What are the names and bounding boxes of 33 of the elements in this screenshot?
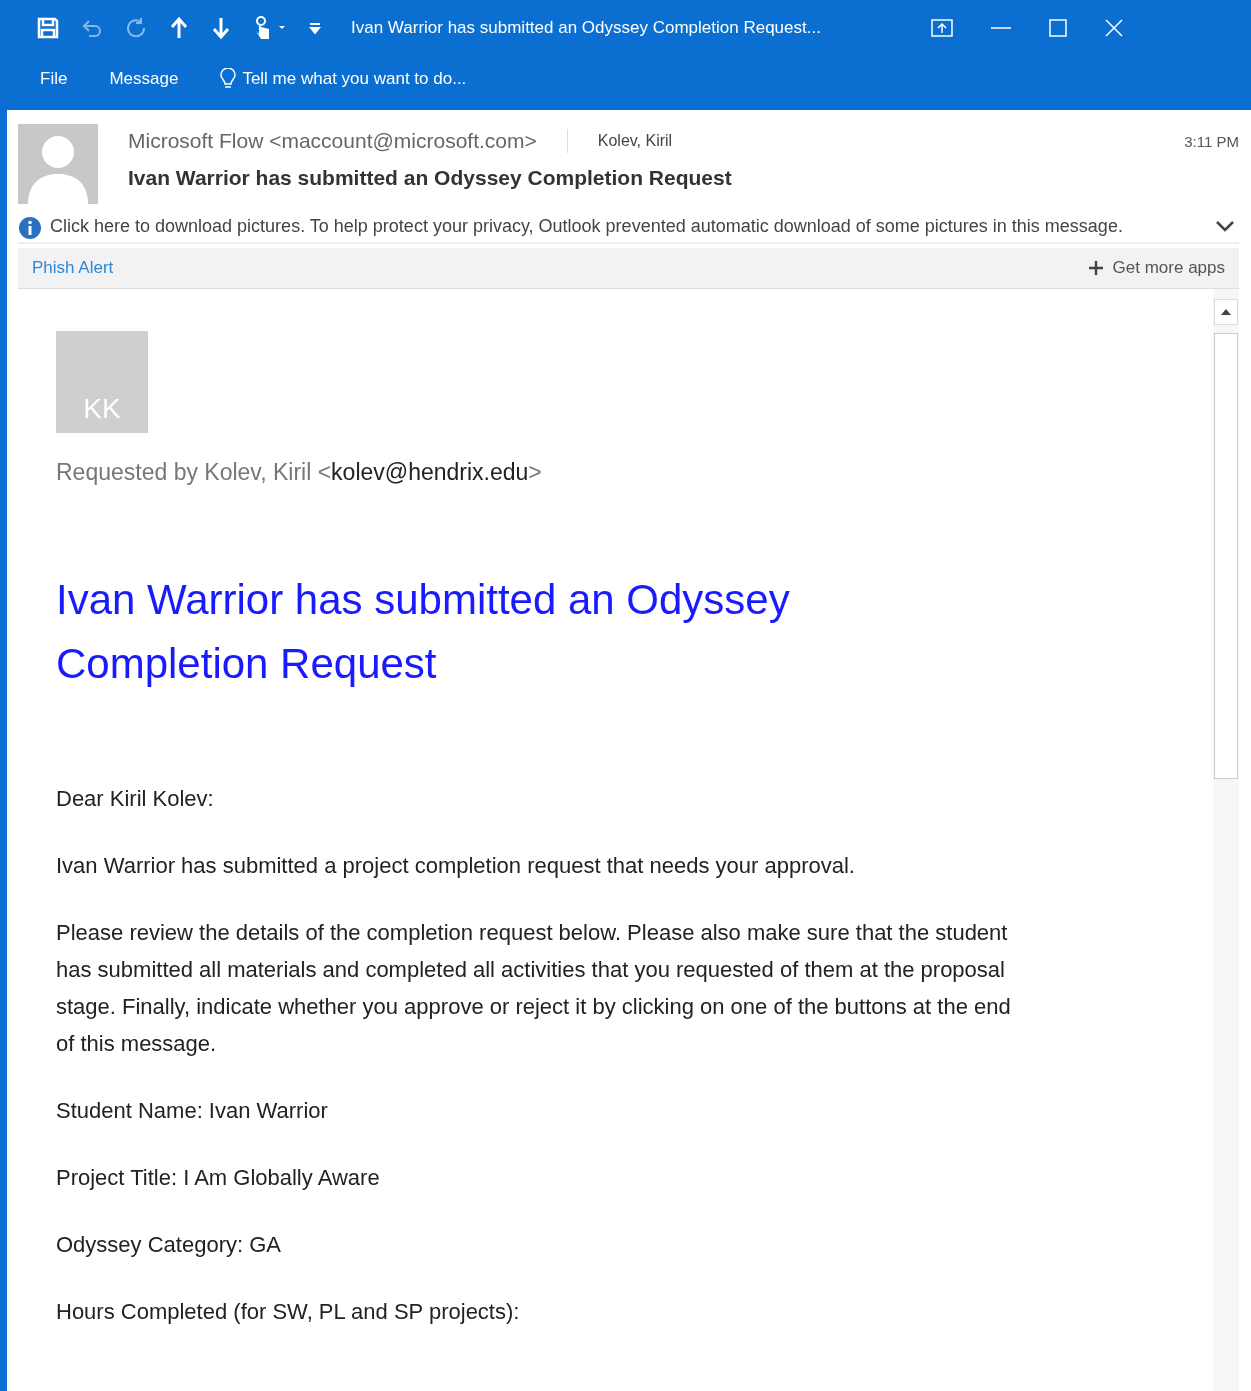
- info-icon: [18, 216, 42, 240]
- scroll-up-icon[interactable]: [1221, 309, 1231, 315]
- save-icon[interactable]: [37, 17, 59, 39]
- lightbulb-icon: [220, 68, 237, 90]
- get-more-apps-button[interactable]: Get more apps: [1082, 257, 1231, 279]
- recipient: Kolev, Kiril: [597, 132, 673, 150]
- message-paragraph: Please review the details of the completion request below. Please also make sure that the student has submitted all materials and completed all activities that you requested of them at the proposal stage. Finally, indicate whether you approve or reject it by clicking on one of the buttons at the end of this message.: [56, 919, 1012, 1058]
- message-paragraph: Hours Completed (for SW, PL and SP projects):: [56, 1298, 521, 1326]
- maximize-icon[interactable]: [1049, 19, 1067, 37]
- message-heading: Ivan Warrior has submitted an Odyssey Completion Request: [56, 575, 791, 689]
- minimize-icon[interactable]: [991, 26, 1011, 30]
- ribbon-tab[interactable]: File: [40, 69, 68, 89]
- ribbon-tab[interactable]: Message: [109, 69, 179, 89]
- window-title: Ivan Warrior has submitted an Odyssey Completion Request...: [351, 18, 822, 38]
- down-arrow-icon[interactable]: [211, 17, 231, 39]
- download-pictures-notice[interactable]: Click here to download pictures. To help protect your privacy, Outlook prevented automatic download of some pictures in this message.: [50, 212, 1123, 240]
- message-paragraph: Project Title: I Am Globally Aware: [56, 1164, 381, 1192]
- sender: Microsoft Flow <maccount@microsoft.com>: [128, 129, 568, 153]
- phish-alert-link[interactable]: Phish Alert: [32, 258, 114, 278]
- sent-time: 3:11 PM: [1184, 132, 1239, 150]
- touch-mode-icon[interactable]: [253, 16, 287, 40]
- plus-icon: [1088, 261, 1103, 275]
- message-paragraph: Student Name: Ivan Warrior: [56, 1097, 329, 1125]
- message-paragraph: Dear Kiril Kolev:: [56, 785, 215, 813]
- ribbon-display-options-icon[interactable]: [931, 19, 953, 37]
- close-icon[interactable]: [1105, 19, 1123, 37]
- message-paragraph: Odyssey Category: GA: [56, 1231, 282, 1259]
- message-paragraph: Ivan Warrior has submitted a project completion request that needs your approval.: [56, 852, 856, 880]
- up-arrow-icon[interactable]: [169, 17, 189, 39]
- tell-me-field[interactable]: Tell me what you want to do...: [242, 69, 543, 89]
- customize-toolbar-icon[interactable]: [309, 21, 321, 35]
- email-subject: Ivan Warrior has submitted an Odyssey Completion Request: [128, 166, 733, 190]
- requested-by-line: Requested by Kolev, Kiril <kolev@hendrix.edu>: [56, 459, 543, 486]
